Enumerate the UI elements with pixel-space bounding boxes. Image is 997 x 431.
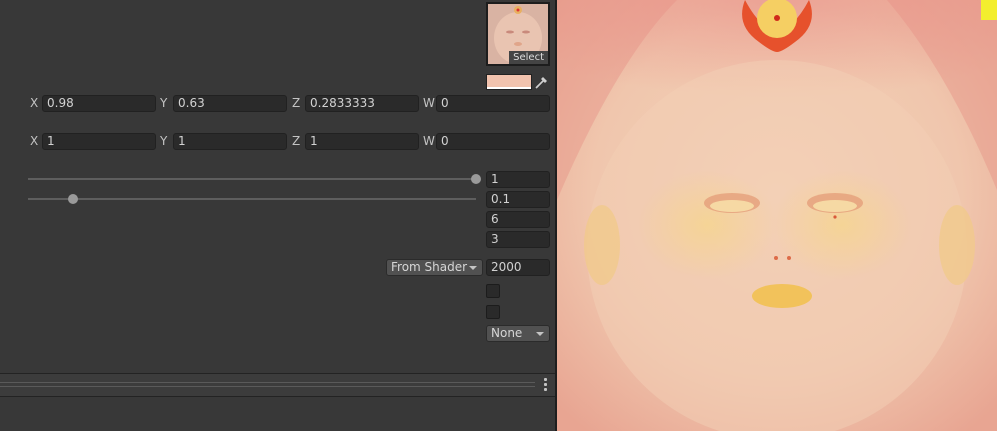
axis-label-z: Z — [292, 134, 301, 148]
slider1-track[interactable] — [28, 178, 476, 180]
alpha-bar — [487, 87, 531, 89]
chevron-down-icon — [536, 332, 544, 336]
checkbox-2[interactable] — [486, 305, 500, 319]
vector2-w-field[interactable]: 0 — [436, 133, 550, 150]
slider2-handle[interactable] — [67, 194, 78, 204]
material-inspector: Select X 0.98 Y 0.63 Z 0.2833333 W 0 X 1… — [0, 0, 555, 431]
color-swatch[interactable] — [486, 74, 532, 90]
vector2-x-field[interactable]: 1 — [42, 133, 156, 150]
texture-preview — [557, 0, 997, 431]
float-field-2[interactable]: 3 — [486, 231, 550, 248]
axis-label-y: Y — [160, 134, 168, 148]
texture-thumbnail[interactable]: Select — [486, 2, 550, 66]
slider2-value-field[interactable]: 0.1 — [486, 191, 550, 208]
divider — [0, 386, 535, 387]
checkbox-1[interactable] — [486, 284, 500, 298]
slider2-track[interactable] — [28, 198, 476, 200]
preview-header-bar — [0, 373, 555, 397]
slider1-handle[interactable] — [471, 174, 481, 184]
vector1-y-field[interactable]: 0.63 — [173, 95, 287, 112]
vector1-x-field[interactable]: 0.98 — [42, 95, 156, 112]
axis-label-z: Z — [292, 96, 301, 110]
slider1-value-field[interactable]: 1 — [486, 171, 550, 188]
select-texture-button[interactable]: Select — [509, 51, 548, 64]
axis-label-x: X — [30, 96, 39, 110]
option-dropdown[interactable]: None — [486, 325, 550, 342]
render-queue-field[interactable]: 2000 — [486, 259, 550, 276]
vector1-z-field[interactable]: 0.2833333 — [305, 95, 419, 112]
chevron-down-icon — [469, 266, 477, 270]
vector1-w-field[interactable]: 0 — [436, 95, 550, 112]
more-options-icon[interactable] — [541, 378, 549, 392]
axis-label-x: X — [30, 134, 39, 148]
render-queue-dropdown[interactable]: From Shader — [386, 259, 483, 276]
axis-label-y: Y — [160, 96, 168, 110]
divider — [0, 382, 535, 383]
axis-label-w: W — [423, 96, 435, 110]
option-dropdown-value: None — [491, 326, 523, 340]
float-field-1[interactable]: 6 — [486, 211, 550, 228]
face-texture-image — [557, 0, 997, 431]
vector2-y-field[interactable]: 1 — [173, 133, 287, 150]
render-queue-mode: From Shader — [391, 260, 468, 274]
vector2-z-field[interactable]: 1 — [305, 133, 419, 150]
axis-label-w: W — [423, 134, 435, 148]
eyedropper-icon[interactable] — [533, 74, 550, 90]
